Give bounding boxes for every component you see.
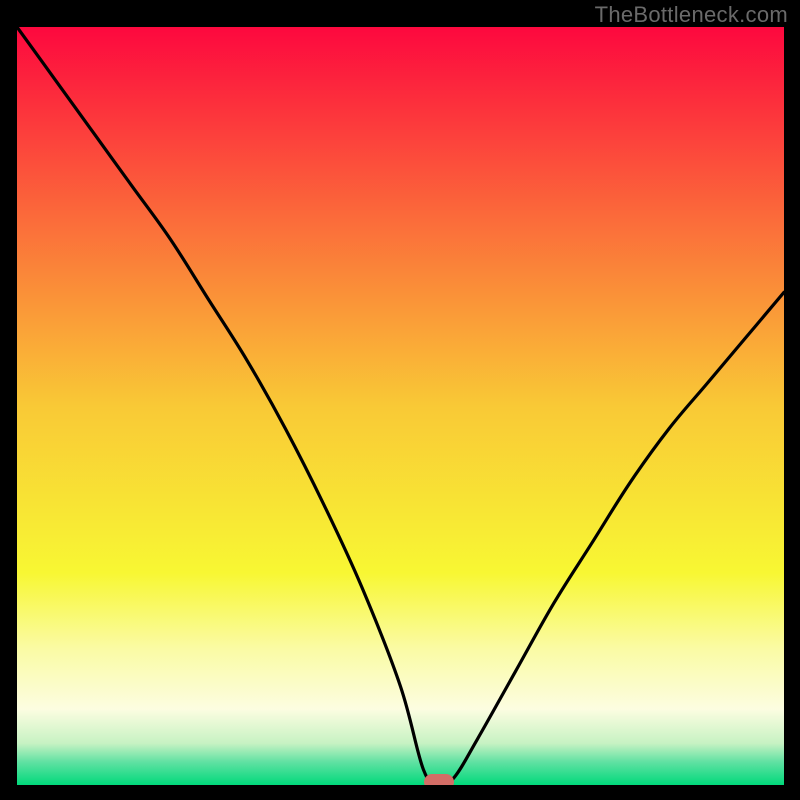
plot-area — [17, 27, 784, 785]
watermark-label: TheBottleneck.com — [595, 2, 788, 28]
optimal-marker — [424, 774, 454, 785]
bottleneck-curve — [17, 27, 784, 785]
chart-frame: TheBottleneck.com — [0, 0, 800, 800]
